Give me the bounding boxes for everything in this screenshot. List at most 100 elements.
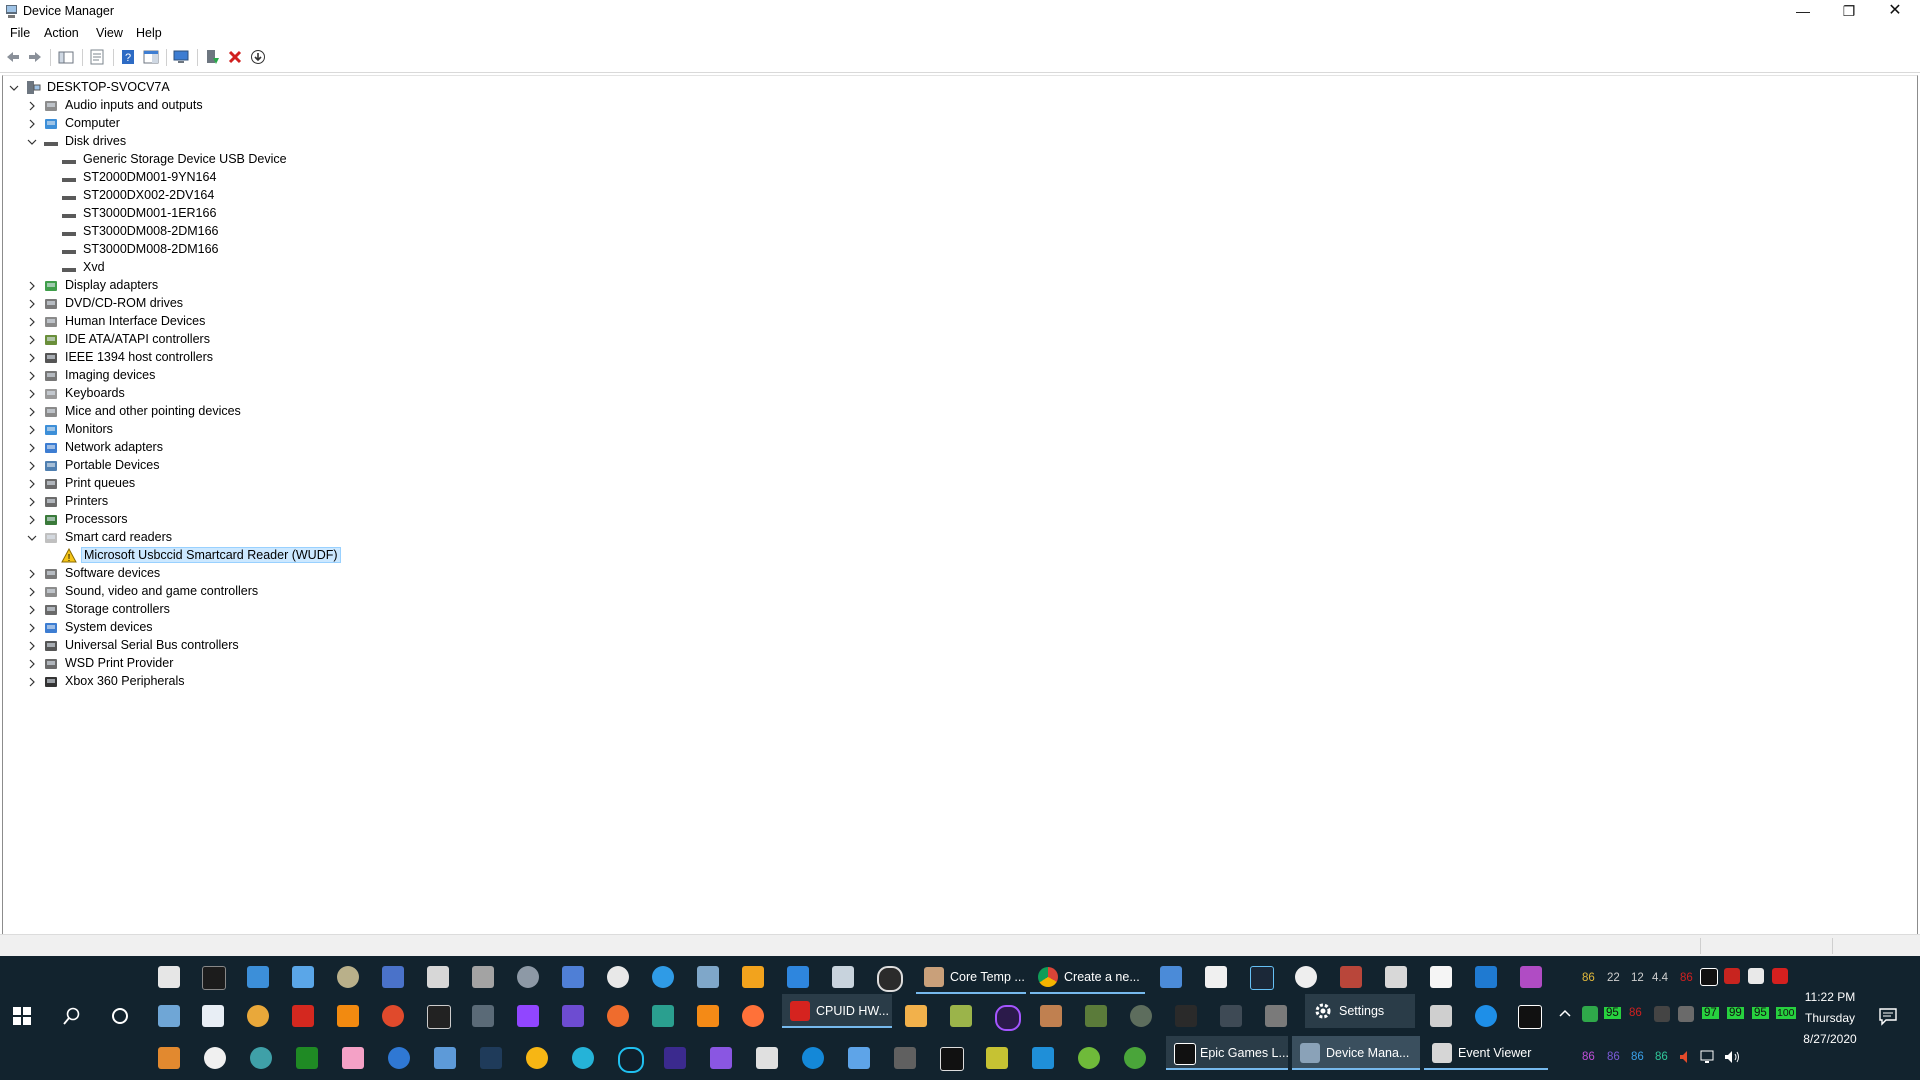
podcast-app-icon[interactable] xyxy=(710,1047,732,1069)
graphics-app-icon[interactable] xyxy=(905,1005,927,1027)
shield-app-icon[interactable] xyxy=(427,1005,451,1029)
acrobat-icon[interactable] xyxy=(292,1005,314,1027)
chevron-up-icon[interactable] xyxy=(1558,1007,1572,1021)
game-character-icon[interactable] xyxy=(1040,1005,1062,1027)
chip-app-icon[interactable] xyxy=(562,1005,584,1027)
menu-view[interactable]: View xyxy=(96,26,123,40)
settings-gear-icon[interactable] xyxy=(1475,966,1497,988)
edge-icon[interactable] xyxy=(802,1047,824,1069)
chevron-right-icon[interactable] xyxy=(25,295,39,313)
amazon-music-icon[interactable] xyxy=(664,1047,686,1069)
server-app-icon[interactable] xyxy=(1430,1005,1452,1027)
firefox-icon[interactable] xyxy=(742,1005,764,1027)
tray-muted-speaker-icon[interactable] xyxy=(1678,1049,1692,1065)
mail-icon[interactable] xyxy=(787,966,809,988)
clock-app-icon[interactable] xyxy=(607,966,629,988)
chevron-right-icon[interactable] xyxy=(25,439,39,457)
network-app-icon[interactable] xyxy=(382,966,404,988)
store-icon[interactable] xyxy=(158,966,180,988)
cortana-icon[interactable] xyxy=(110,1006,130,1026)
share-app-icon[interactable] xyxy=(1205,966,1227,988)
control-panel-icon[interactable] xyxy=(247,966,269,988)
device-manager-taskbar-button[interactable]: Device Mana... xyxy=(1292,1036,1420,1070)
pencil-app-icon[interactable] xyxy=(986,1047,1008,1069)
chevron-right-icon[interactable] xyxy=(25,673,39,691)
chevron-right-icon[interactable] xyxy=(25,619,39,637)
soldier-game-icon[interactable] xyxy=(1130,1005,1152,1027)
gear-app-icon[interactable] xyxy=(517,966,539,988)
weather-icon[interactable] xyxy=(526,1047,548,1069)
cx-app-icon[interactable] xyxy=(894,1047,916,1069)
keyboard-app-icon[interactable] xyxy=(1385,966,1407,988)
window-app-icon[interactable] xyxy=(472,1005,494,1027)
tray-monitor-icon[interactable] xyxy=(1678,1006,1694,1022)
core-temp-taskbar-button[interactable]: Core Temp ... xyxy=(916,960,1026,994)
forward-arrow-icon[interactable] xyxy=(27,49,43,65)
sync-app-icon[interactable] xyxy=(1475,1005,1497,1027)
film-reel-icon[interactable] xyxy=(204,1047,226,1069)
steam-icon[interactable] xyxy=(1250,966,1274,990)
back-arrow-icon[interactable] xyxy=(5,49,21,65)
menu-action[interactable]: Action xyxy=(44,26,79,40)
chevron-down-icon[interactable] xyxy=(25,529,39,547)
utility-row3-icon[interactable] xyxy=(158,1047,180,1069)
minimize-button[interactable]: — xyxy=(1780,0,1826,24)
notes-app-icon[interactable] xyxy=(158,1005,180,1027)
chevron-right-icon[interactable] xyxy=(25,511,39,529)
document-app-icon[interactable] xyxy=(202,1005,224,1027)
build-app-icon[interactable] xyxy=(480,1047,502,1069)
chevron-right-icon[interactable] xyxy=(25,349,39,367)
clock-date[interactable]: 8/27/2020 xyxy=(1790,1032,1870,1046)
chevron-right-icon[interactable] xyxy=(25,601,39,619)
explorer-icon[interactable] xyxy=(292,966,314,988)
device-tree[interactable]: DESKTOP-SVOCV7A Audio inputs and outputs… xyxy=(2,75,1918,935)
xbox-icon[interactable] xyxy=(1078,1047,1100,1069)
epic-games-taskbar-button[interactable]: Epic Games L... xyxy=(1166,1036,1289,1070)
chevron-right-icon[interactable] xyxy=(25,421,39,439)
alexa-icon[interactable] xyxy=(618,1047,644,1073)
network-icon[interactable] xyxy=(1700,1049,1718,1065)
cpuid-taskbar-button[interactable]: CPUID HW... xyxy=(782,994,892,1028)
compass-app-icon[interactable] xyxy=(1295,966,1317,988)
search-icon[interactable] xyxy=(62,1006,82,1026)
sync-row3-icon[interactable] xyxy=(848,1047,870,1069)
action-pane-icon[interactable] xyxy=(143,49,159,65)
chevron-right-icon[interactable] xyxy=(25,385,39,403)
tray-shield-icon[interactable] xyxy=(1748,968,1764,984)
performance-app-icon[interactable] xyxy=(562,966,584,988)
map-app-icon[interactable] xyxy=(950,1005,972,1027)
chevron-right-icon[interactable] xyxy=(25,277,39,295)
laptop-app-icon[interactable] xyxy=(1160,966,1182,988)
menu-file[interactable]: File xyxy=(10,26,30,40)
uninstall-device-icon[interactable] xyxy=(227,49,243,65)
edge-legacy-icon[interactable] xyxy=(652,966,674,988)
tray-cpu-icon[interactable] xyxy=(1582,1006,1598,1022)
paint-app-icon[interactable] xyxy=(342,1047,364,1069)
vlc-icon[interactable] xyxy=(337,1005,359,1027)
bethesda-icon[interactable] xyxy=(1175,1005,1197,1027)
printer-app-icon[interactable] xyxy=(472,966,494,988)
clock-day[interactable]: Thursday xyxy=(1790,1011,1870,1025)
chevron-right-icon[interactable] xyxy=(25,475,39,493)
game-app-icon[interactable] xyxy=(1085,1005,1107,1027)
chevron-right-icon[interactable] xyxy=(25,637,39,655)
layers-app-icon[interactable] xyxy=(1430,966,1452,988)
globe-row3-icon[interactable] xyxy=(250,1047,272,1069)
scan-hardware-icon[interactable] xyxy=(173,49,189,65)
media-app-icon[interactable] xyxy=(742,966,764,988)
show-hide-console-tree-icon[interactable] xyxy=(58,49,74,65)
hex-app-icon[interactable] xyxy=(1220,1005,1242,1027)
volume-icon[interactable] xyxy=(1724,1049,1742,1065)
update-driver-icon[interactable] xyxy=(204,49,220,65)
terminal-icon[interactable] xyxy=(202,966,226,990)
power-app-icon[interactable] xyxy=(382,1005,404,1027)
settings-taskbar-button[interactable]: Settings xyxy=(1305,994,1415,1028)
tray-epic-icon[interactable] xyxy=(1654,1006,1670,1022)
chevron-right-icon[interactable] xyxy=(25,97,39,115)
help-icon[interactable]: ? xyxy=(120,49,136,65)
chevron-right-icon[interactable] xyxy=(25,115,39,133)
nvidia-icon[interactable] xyxy=(296,1047,318,1069)
chrome-taskbar-button[interactable]: Create a ne... xyxy=(1030,960,1145,994)
chevron-right-icon[interactable] xyxy=(25,493,39,511)
chevron-right-icon[interactable] xyxy=(25,583,39,601)
